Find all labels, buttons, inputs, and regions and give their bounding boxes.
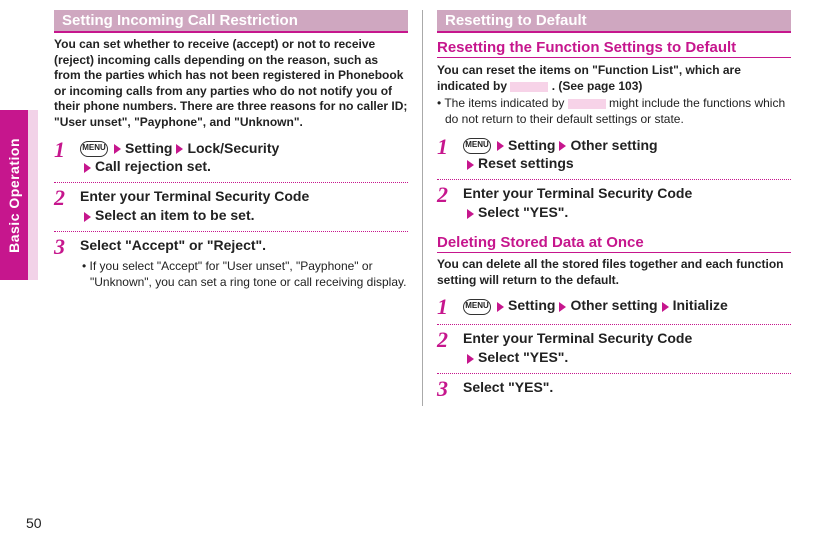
step: 1 MENU Setting Other setting Reset setting…	[437, 132, 791, 181]
step-number: 1	[437, 296, 455, 318]
step: 2 Enter your Terminal Security Code Sele…	[54, 183, 408, 232]
content-columns: Setting Incoming Call Restriction You ca…	[48, 10, 797, 406]
step-number: 3	[437, 378, 455, 400]
note-part: • The items indicated by	[437, 96, 568, 110]
breadcrumb-part: Setting	[125, 140, 172, 156]
arrow-icon	[467, 160, 474, 170]
step-body: Enter your Terminal Security Code Select…	[80, 187, 408, 225]
step-number: 3	[54, 236, 72, 290]
side-tab-shadow	[28, 110, 38, 280]
arrow-icon	[467, 209, 474, 219]
highlight-swatch-icon	[510, 82, 548, 92]
step-body: Select "YES".	[463, 378, 791, 400]
step-number: 2	[437, 329, 455, 367]
sub-heading: Resetting the Function Settings to Defau…	[437, 39, 791, 58]
step: 3 Select "YES".	[437, 374, 791, 406]
step-line: Select "YES".	[463, 379, 553, 395]
step-line: Enter your Terminal Security Code	[80, 188, 309, 204]
side-tab: Basic Operation	[0, 110, 28, 280]
menu-icon: MENU	[463, 138, 491, 154]
step-line: Select an item to be set.	[95, 207, 255, 223]
left-column: Setting Incoming Call Restriction You ca…	[48, 10, 423, 406]
section-intro: You can delete all the stored files toge…	[437, 257, 791, 288]
step-line: Select "Accept" or "Reject".	[80, 237, 266, 253]
breadcrumb-part: Setting	[508, 137, 555, 153]
arrow-icon	[114, 144, 121, 154]
section-heading: Setting Incoming Call Restriction	[54, 10, 408, 33]
arrow-icon	[84, 212, 91, 222]
arrow-icon	[176, 144, 183, 154]
arrow-icon	[467, 354, 474, 364]
breadcrumb-part: Call rejection set.	[95, 158, 211, 174]
arrow-icon	[84, 163, 91, 173]
arrow-icon	[497, 141, 504, 151]
breadcrumb-part: Initialize	[673, 297, 728, 313]
side-tab-label: Basic Operation	[6, 138, 22, 253]
step-body: MENU Setting Other setting Initialize	[463, 296, 791, 318]
arrow-icon	[559, 141, 566, 151]
section-heading: Resetting to Default	[437, 10, 791, 33]
step-number: 1	[54, 139, 72, 177]
step: 2 Enter your Terminal Security Code Sele…	[437, 180, 791, 228]
step-number: 1	[437, 136, 455, 174]
step-body: MENU Setting Other setting Reset settings	[463, 136, 791, 174]
highlight-swatch-icon	[568, 99, 606, 109]
breadcrumb-part: Reset settings	[478, 155, 574, 171]
step: 3 Select "Accept" or "Reject". • If you …	[54, 232, 408, 296]
arrow-icon	[662, 302, 669, 312]
breadcrumb-part: Lock/Security	[187, 140, 279, 156]
step-line: Select "YES".	[478, 204, 568, 220]
note-text: • The items indicated by might include t…	[437, 96, 791, 127]
step-line: Enter your Terminal Security Code	[463, 185, 692, 201]
step: 1 MENU Setting Other setting Initialize	[437, 292, 791, 325]
intro-text: . (See page 103)	[548, 79, 642, 93]
section-intro: You can reset the items on "Function Lis…	[437, 62, 791, 94]
step-number: 2	[54, 187, 72, 225]
menu-icon: MENU	[463, 299, 491, 315]
step-body: MENU Setting Lock/Security Call rejection …	[80, 139, 408, 177]
breadcrumb-part: Setting	[508, 297, 555, 313]
step-note: • If you select "Accept" for "User unset…	[80, 259, 408, 290]
step-line: Select "YES".	[478, 349, 568, 365]
right-column: Resetting to Default Resetting the Funct…	[423, 10, 797, 406]
section-intro: You can set whether to receive (accept) …	[54, 37, 408, 131]
step: 2 Enter your Terminal Security Code Sele…	[437, 325, 791, 374]
arrow-icon	[497, 302, 504, 312]
breadcrumb-part: Other setting	[570, 137, 657, 153]
menu-icon: MENU	[80, 141, 108, 157]
step: 1 MENU Setting Lock/Security Call rejectio…	[54, 135, 408, 184]
step-body: Select "Accept" or "Reject". • If you se…	[80, 236, 408, 290]
step-line: Enter your Terminal Security Code	[463, 330, 692, 346]
manual-page: Basic Operation 50 Setting Incoming Call…	[0, 0, 827, 543]
page-number: 50	[26, 515, 42, 531]
step-body: Enter your Terminal Security Code Select…	[463, 184, 791, 222]
step-body: Enter your Terminal Security Code Select…	[463, 329, 791, 367]
arrow-icon	[559, 302, 566, 312]
step-number: 2	[437, 184, 455, 222]
sub-heading: Deleting Stored Data at Once	[437, 234, 791, 253]
breadcrumb-part: Other setting	[570, 297, 657, 313]
